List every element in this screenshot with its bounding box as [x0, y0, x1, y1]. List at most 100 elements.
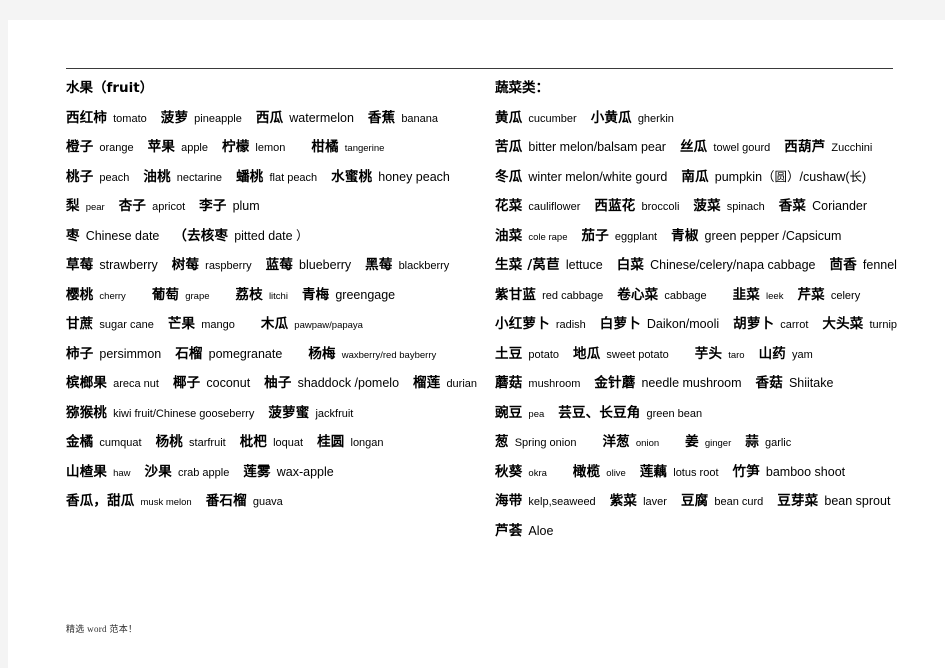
fruit-term-en: coconut	[206, 376, 251, 390]
fruit-term-en: plum	[232, 199, 260, 213]
fruit-term-cn: 草莓	[66, 257, 94, 273]
vegetable-term-en: Aloe	[528, 523, 554, 538]
fruit-term-cn: 猕猴桃	[66, 404, 108, 421]
fruit-term-en: haw	[113, 467, 131, 479]
fruit-term-cn: 石榴	[175, 345, 203, 362]
fruit-term-cn: 枇杷	[239, 434, 268, 450]
vegetable-row: 芦荟 Aloe	[495, 523, 935, 553]
vegetable-term-en: olive	[606, 467, 626, 479]
fruit-term-en: sugar cane	[99, 319, 154, 331]
vegetable-term-en: bitter melon/balsam pear	[528, 140, 666, 154]
fruit-term-en: raspberry	[205, 260, 252, 272]
vegetable-term-en: gherkin	[637, 112, 674, 125]
fruit-row: 香瓜，甜瓜 musk melon 番石榴 guava	[66, 493, 496, 523]
fruit-term-en: flat peach	[269, 171, 318, 184]
vegetable-term-en: spinach	[726, 201, 765, 213]
vegetable-term-en: celery	[830, 289, 861, 302]
vegetable-term-en: taro	[728, 349, 745, 361]
vegetable-term-cn: 香菜	[778, 198, 807, 214]
fruit-term-en: crab apple	[177, 466, 230, 479]
fruit-term-en: guava	[252, 496, 283, 508]
fruit-term-cn: 柿子	[66, 345, 94, 362]
fruit-term-cn: 橙子	[66, 139, 94, 155]
fruit-term-en: jackfruit	[315, 407, 354, 420]
vegetable-term-en: carrot	[780, 319, 809, 331]
fruit-term-cn: 菠萝蜜	[268, 404, 310, 421]
fruit-term-en: wax-apple	[276, 464, 334, 479]
fruit-row: 草莓 strawberry 树莓 raspberry 蓝莓 blueberry 黑莓 blac…	[66, 257, 496, 287]
fruit-entry-list: 西红柿 tomato 菠萝 pineapple 西瓜 watermelon 香蕉 banana…	[66, 110, 496, 523]
fruit-term-en: orange	[99, 142, 134, 154]
vegetable-row: 花菜 cauliflower 西蓝花 broccoli 菠菜 spinach 香菜 Coria…	[495, 198, 935, 228]
fruit-term-en: grape	[185, 290, 210, 302]
fruit-term-cn: 李子	[199, 198, 227, 214]
fruit-section-heading: 水果（fruit）	[66, 80, 496, 110]
fruit-term-en: apricot	[152, 201, 186, 213]
fruit-column: 水果（fruit） 西红柿 tomato 菠萝 pineapple 西瓜 watermel…	[66, 80, 496, 523]
vegetable-term-en: laver	[643, 496, 667, 508]
vegetable-term-cn: 山药	[758, 345, 786, 362]
vegetable-term-cn: 豆腐	[680, 493, 709, 509]
fruit-term-cn: 杏子	[118, 198, 147, 214]
vegetable-term-en: radish	[555, 319, 586, 331]
fruit-term-en: loquat	[273, 437, 304, 449]
vegetable-term-en: sweet potato	[606, 348, 669, 361]
vegetable-row: 紫甘蓝 red cabbage 卷心菜 cabbage 韭菜 leek 芹菜 celery	[495, 287, 935, 317]
fruit-term-en: cherry	[99, 290, 126, 302]
vegetable-term-cn: 冬瓜	[495, 168, 523, 185]
fruit-term-en: litchi	[268, 290, 288, 302]
fruit-term-cn: 荔枝	[235, 286, 263, 303]
vegetable-term-cn: 菠菜	[693, 198, 721, 214]
header-divider-rule	[66, 68, 893, 69]
fruit-term-cn: 番石榴	[205, 493, 247, 509]
fruit-term-en: musk melon	[140, 497, 192, 508]
fruit-term-cn: 香蕉	[367, 109, 396, 126]
vegetable-term-cn: 苦瓜	[495, 139, 523, 155]
fruit-term-cn: 西瓜	[255, 109, 284, 126]
fruit-heading-text: 水果（fruit）	[66, 80, 154, 96]
vegetable-term-en: onion	[635, 438, 660, 449]
fruit-term-en: apple	[181, 142, 208, 154]
fruit-term-cn: 桃子	[66, 168, 94, 185]
fruit-term-cn: 苹果	[147, 139, 176, 155]
fruit-term-cn: 黑莓	[365, 257, 393, 273]
fruit-term-cn: 菠萝	[160, 109, 189, 126]
vegetable-term-cn: 芦荟	[495, 522, 523, 539]
fruit-term-en: shaddock /pomelo	[297, 376, 400, 390]
vegetable-term-cn: 蘑菇	[495, 375, 523, 391]
vegetable-row: 油菜 cole rape 茄子 eggplant 青椒 green pepper /Cap…	[495, 228, 935, 258]
vegetable-term-en: okra	[528, 467, 547, 479]
vegetable-term-en: turnip	[869, 319, 898, 331]
vegetable-term-en: leek	[766, 290, 784, 302]
fruit-term-en: peach	[99, 171, 130, 184]
vegetable-heading-text: 蔬菜类：	[495, 80, 549, 96]
vegetable-term-cn: 芹菜	[797, 286, 825, 303]
fruit-term-en: tomato	[113, 112, 147, 125]
fruit-term-cn: 葡萄	[151, 286, 180, 303]
vegetable-term-en: yam	[791, 348, 813, 361]
vegetable-term-cn: 芸豆、长豆角	[558, 404, 641, 421]
fruit-term-en: greengage	[335, 287, 396, 302]
fruit-term-cn: 沙果	[144, 463, 172, 480]
vegetable-term-en: bean curd	[714, 496, 764, 508]
fruit-term-en: pomegranate	[208, 346, 283, 361]
fruit-term-en: blackberry	[398, 260, 450, 272]
vegetable-term-cn: 西葫芦	[784, 139, 826, 155]
vegetable-term-cn: 生菜 /莴苣	[495, 257, 560, 273]
fruit-term-cn: 柑橘	[311, 139, 339, 155]
vegetable-term-en: green bean	[646, 407, 703, 420]
vegetable-term-cn: 土豆	[495, 345, 523, 362]
fruit-row: 猕猴桃 kiwi fruit/Chinese gooseberry 菠萝蜜 jackf…	[66, 405, 496, 435]
vegetable-term-en: Coriander	[812, 199, 868, 213]
vegetable-term-cn: 豆芽菜	[777, 493, 819, 509]
fruit-term-en: pawpaw/papaya	[294, 320, 363, 331]
fruit-term-en: pitted date ）	[234, 228, 309, 243]
vegetable-term-cn: 青椒	[671, 227, 699, 244]
vegetable-term-cn: 豌豆	[495, 404, 523, 421]
vegetable-row: 葱 Spring onion 洋葱 onion 姜 ginger 蒜 garlic	[495, 434, 935, 464]
fruit-term-cn: 山楂果	[66, 463, 108, 480]
fruit-term-en: pear	[85, 202, 105, 213]
vegetable-term-en: kelp,seaweed	[528, 496, 596, 508]
fruit-row: 柿子 persimmon 石榴 pomegranate 杨梅 waxberry/red b…	[66, 346, 496, 376]
vegetable-term-en: Spring onion	[514, 437, 577, 449]
